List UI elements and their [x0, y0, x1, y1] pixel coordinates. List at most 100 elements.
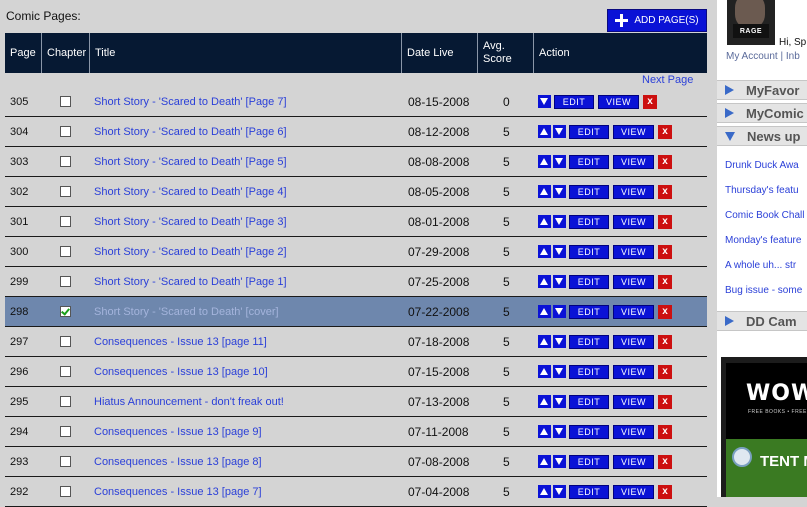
arrow-up-icon[interactable] — [538, 455, 551, 468]
edit-button[interactable]: EDIT — [569, 334, 609, 349]
inbox-link[interactable]: Inb — [786, 51, 800, 62]
arrow-up-icon[interactable] — [538, 245, 551, 258]
page-title-link[interactable]: Short Story - 'Scared to Death' [Page 1] — [94, 267, 287, 296]
delete-x-icon[interactable]: x — [658, 454, 672, 469]
chapter-checkbox[interactable] — [60, 426, 71, 437]
arrow-down-icon[interactable] — [553, 365, 566, 378]
view-button[interactable]: VIEW — [613, 124, 654, 139]
chapter-checkbox[interactable] — [60, 246, 71, 257]
edit-button[interactable]: EDIT — [569, 394, 609, 409]
page-title-link[interactable]: Consequences - Issue 13 [page 10] — [94, 357, 268, 386]
arrow-down-icon[interactable] — [553, 335, 566, 348]
delete-x-icon[interactable]: x — [658, 154, 672, 169]
view-button[interactable]: VIEW — [613, 394, 654, 409]
delete-x-icon[interactable]: x — [658, 364, 672, 379]
delete-x-icon[interactable]: x — [658, 484, 672, 499]
chapter-checkbox[interactable] — [60, 396, 71, 407]
news-item[interactable]: Drunk Duck Awa — [725, 160, 799, 171]
arrow-down-icon[interactable] — [553, 455, 566, 468]
view-button[interactable]: VIEW — [613, 244, 654, 259]
delete-x-icon[interactable]: x — [658, 424, 672, 439]
delete-x-icon[interactable]: x — [658, 214, 672, 229]
edit-button[interactable]: EDIT — [554, 94, 594, 109]
add-pages-button[interactable]: ADD PAGE(S) — [607, 9, 707, 32]
chapter-checkbox[interactable] — [60, 216, 71, 227]
view-button[interactable]: VIEW — [613, 184, 654, 199]
view-button[interactable]: VIEW — [613, 484, 654, 499]
sidebar-section-news[interactable]: News up — [717, 126, 807, 146]
page-title-link[interactable]: Short Story - 'Scared to Death' [Page 3] — [94, 207, 287, 236]
edit-button[interactable]: EDIT — [569, 454, 609, 469]
news-item[interactable]: Thursday's featu — [725, 185, 799, 196]
arrow-down-icon[interactable] — [553, 305, 566, 318]
page-title-link[interactable]: Short Story - 'Scared to Death' [Page 4] — [94, 177, 287, 206]
my-account-link[interactable]: My Account — [726, 51, 778, 62]
chapter-checkbox[interactable] — [60, 456, 71, 467]
chapter-checkbox[interactable] — [60, 486, 71, 497]
arrow-down-icon[interactable] — [553, 275, 566, 288]
arrow-down-icon[interactable] — [553, 425, 566, 438]
delete-x-icon[interactable]: x — [643, 94, 657, 109]
edit-button[interactable]: EDIT — [569, 364, 609, 379]
arrow-down-icon[interactable] — [553, 155, 566, 168]
chapter-checkbox[interactable] — [60, 306, 71, 317]
edit-button[interactable]: EDIT — [569, 424, 609, 439]
arrow-up-icon[interactable] — [538, 395, 551, 408]
edit-button[interactable]: EDIT — [569, 214, 609, 229]
view-button[interactable]: VIEW — [613, 154, 654, 169]
chapter-checkbox[interactable] — [60, 186, 71, 197]
edit-button[interactable]: EDIT — [569, 484, 609, 499]
chapter-checkbox[interactable] — [60, 126, 71, 137]
arrow-up-icon[interactable] — [538, 305, 551, 318]
edit-button[interactable]: EDIT — [569, 274, 609, 289]
chapter-checkbox[interactable] — [60, 366, 71, 377]
chapter-checkbox[interactable] — [60, 336, 71, 347]
delete-x-icon[interactable]: x — [658, 394, 672, 409]
view-button[interactable]: VIEW — [613, 334, 654, 349]
edit-button[interactable]: EDIT — [569, 154, 609, 169]
arrow-up-icon[interactable] — [538, 335, 551, 348]
sidebar-section-ddcam[interactable]: DD Cam — [717, 311, 807, 331]
view-button[interactable]: VIEW — [613, 424, 654, 439]
arrow-up-icon[interactable] — [538, 215, 551, 228]
chapter-checkbox[interactable] — [60, 156, 71, 167]
arrow-down-icon[interactable] — [553, 185, 566, 198]
arrow-up-icon[interactable] — [538, 155, 551, 168]
delete-x-icon[interactable]: x — [658, 274, 672, 289]
edit-button[interactable]: EDIT — [569, 184, 609, 199]
page-title-link[interactable]: Short Story - 'Scared to Death' [Page 5] — [94, 147, 287, 176]
arrow-up-icon[interactable] — [538, 365, 551, 378]
arrow-up-icon[interactable] — [538, 185, 551, 198]
arrow-up-icon[interactable] — [538, 275, 551, 288]
page-title-link[interactable]: Consequences - Issue 13 [page 7] — [94, 477, 262, 506]
page-title-link[interactable]: Short Story - 'Scared to Death' [cover] — [94, 297, 279, 326]
edit-button[interactable]: EDIT — [569, 124, 609, 139]
arrow-down-icon[interactable] — [553, 395, 566, 408]
page-title-link[interactable]: Short Story - 'Scared to Death' [Page 2] — [94, 237, 287, 266]
arrow-down-icon[interactable] — [553, 125, 566, 138]
arrow-down-icon[interactable] — [538, 95, 551, 108]
arrow-down-icon[interactable] — [553, 485, 566, 498]
delete-x-icon[interactable]: x — [658, 124, 672, 139]
arrow-down-icon[interactable] — [553, 215, 566, 228]
page-title-link[interactable]: Consequences - Issue 13 [page 9] — [94, 417, 262, 446]
delete-x-icon[interactable]: x — [658, 334, 672, 349]
view-button[interactable]: VIEW — [598, 94, 639, 109]
delete-x-icon[interactable]: x — [658, 304, 672, 319]
view-button[interactable]: VIEW — [613, 454, 654, 469]
edit-button[interactable]: EDIT — [569, 244, 609, 259]
page-title-link[interactable]: Hiatus Announcement - don't freak out! — [94, 387, 284, 416]
arrow-up-icon[interactable] — [538, 425, 551, 438]
news-item[interactable]: Monday's feature — [725, 235, 801, 246]
chapter-checkbox[interactable] — [60, 96, 71, 107]
edit-button[interactable]: EDIT — [569, 304, 609, 319]
advertisement-banner[interactable]: WOW FREE BOOKS • FREE TENT MUSI — [721, 357, 807, 497]
sidebar-section-comics[interactable]: MyComic — [717, 103, 807, 123]
user-avatar[interactable]: RAGE — [727, 0, 775, 45]
arrow-up-icon[interactable] — [538, 485, 551, 498]
page-title-link[interactable]: Short Story - 'Scared to Death' [Page 7] — [94, 87, 287, 116]
sidebar-section-favorites[interactable]: MyFavor — [717, 80, 807, 100]
view-button[interactable]: VIEW — [613, 274, 654, 289]
news-item[interactable]: Bug issue - some — [725, 285, 802, 296]
news-item[interactable]: A whole uh... str — [725, 260, 796, 271]
